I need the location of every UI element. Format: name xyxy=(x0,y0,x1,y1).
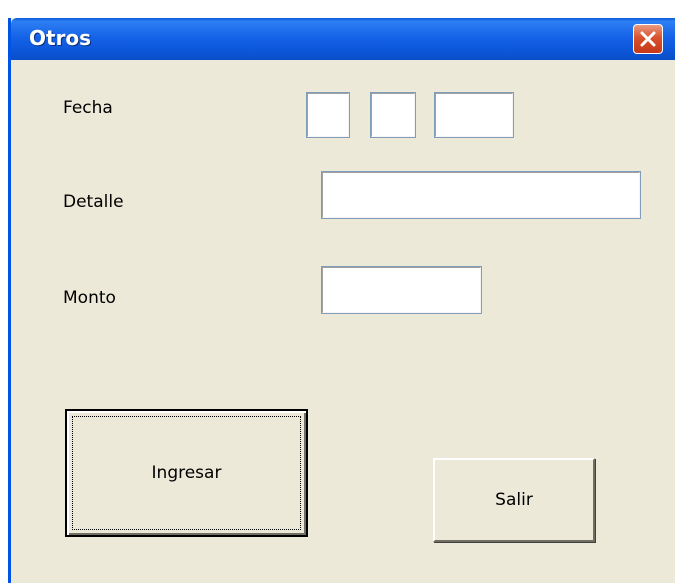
close-button[interactable] xyxy=(633,24,663,54)
window-title: Otros xyxy=(29,26,92,50)
fecha-day-input[interactable] xyxy=(308,94,348,136)
fecha-day-field[interactable] xyxy=(306,92,350,138)
fecha-label: Fecha xyxy=(63,98,113,118)
close-icon xyxy=(640,31,656,47)
monto-input[interactable] xyxy=(323,268,480,312)
otros-dialog-window: Otros Fecha Detalle Monto Ingresar Salir xyxy=(8,18,675,583)
detalle-label: Detalle xyxy=(63,192,124,212)
ingresar-button[interactable]: Ingresar xyxy=(65,409,308,537)
fecha-year-input[interactable] xyxy=(436,94,512,136)
detalle-field[interactable] xyxy=(321,171,641,219)
monto-label: Monto xyxy=(63,288,116,308)
ingresar-button-label: Ingresar xyxy=(151,463,222,483)
fecha-month-input[interactable] xyxy=(372,94,414,136)
salir-button[interactable]: Salir xyxy=(433,458,595,542)
title-bar[interactable]: Otros xyxy=(11,18,675,60)
detalle-input[interactable] xyxy=(323,173,639,217)
monto-field[interactable] xyxy=(321,266,482,314)
salir-button-label: Salir xyxy=(495,490,533,510)
fecha-month-field[interactable] xyxy=(370,92,416,138)
fecha-year-field[interactable] xyxy=(434,92,514,138)
